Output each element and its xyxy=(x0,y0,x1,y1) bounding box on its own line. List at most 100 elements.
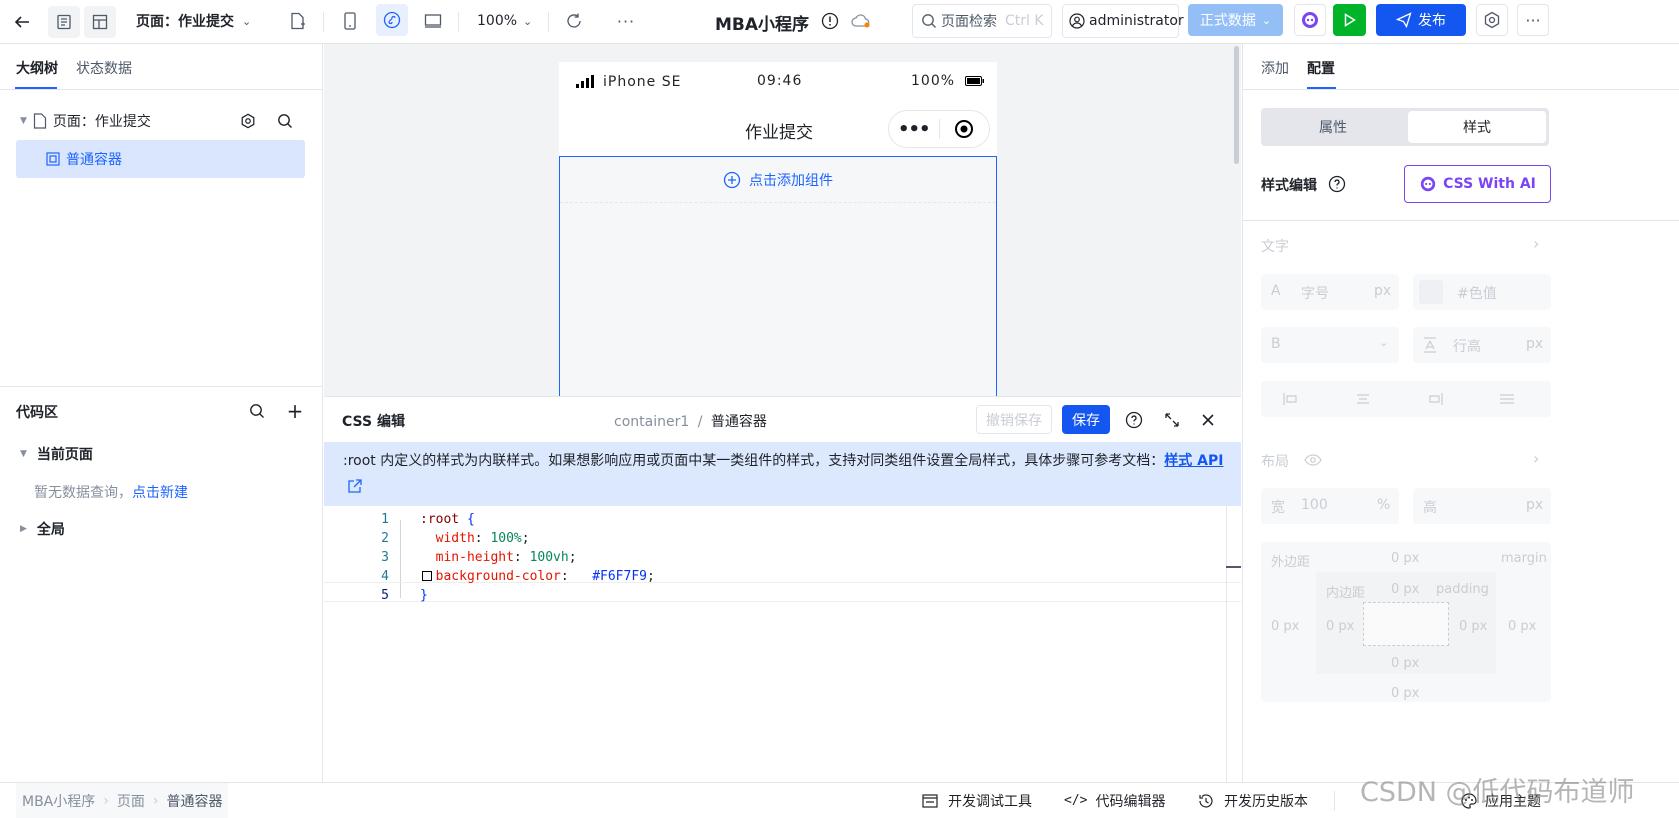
eye-icon[interactable] xyxy=(1303,450,1323,470)
tree-node-container[interactable]: 普通容器 xyxy=(16,140,305,178)
crumb-app[interactable]: MBA小程序 xyxy=(22,791,95,811)
more-icon[interactable]: ··· xyxy=(616,11,636,31)
align-center-icon[interactable] xyxy=(1355,393,1371,409)
align-left-icon[interactable] xyxy=(1283,393,1299,409)
selected-container[interactable]: 点击添加组件 xyxy=(559,156,997,396)
height-field[interactable]: 高 px xyxy=(1413,488,1551,524)
battery-percent: 100% xyxy=(911,73,956,89)
crumb-id: container1 xyxy=(614,414,690,430)
settings-icon[interactable] xyxy=(1476,4,1508,36)
editor-breadcrumb: container1 / 普通容器 xyxy=(614,411,767,431)
width-field[interactable]: 宽 100 % xyxy=(1261,488,1399,524)
padding-top-value[interactable]: 0 px xyxy=(1391,582,1419,597)
tab-outline-tree[interactable]: 大纲树 xyxy=(16,58,58,78)
zoom-select[interactable]: 100% ⌄ xyxy=(477,11,532,31)
style-help-icon[interactable] xyxy=(1327,174,1347,194)
notice-text: :root 内定义的样式为内联样式。如果想影响应用或页面中某一类组件的样式，支持… xyxy=(343,453,1165,469)
style-api-link[interactable]: 样式 API xyxy=(1164,453,1223,469)
add-page-icon[interactable] xyxy=(288,11,308,31)
code-line[interactable]: 4 background-color: #F6F7F9; xyxy=(324,567,1241,587)
add-component-button[interactable]: 点击添加组件 xyxy=(560,157,996,203)
undo-save-button[interactable]: 撤销保存 xyxy=(976,405,1052,434)
publish-button[interactable]: 发布 xyxy=(1376,4,1466,36)
save-button[interactable]: 保存 xyxy=(1062,405,1110,434)
align-right-icon[interactable] xyxy=(1427,393,1443,409)
page-search-box[interactable]: 页面检索 Ctrl K xyxy=(912,4,1052,38)
add-code-icon[interactable]: + xyxy=(285,399,305,423)
color-field[interactable]: #色值 xyxy=(1413,274,1551,310)
mobile-device-icon[interactable] xyxy=(340,11,360,31)
chevron-right-icon[interactable]: › xyxy=(1533,234,1539,253)
page-selector-label: 页面：作业提交 xyxy=(136,14,234,30)
back-arrow-icon[interactable] xyxy=(12,12,32,32)
code-line[interactable]: 5} xyxy=(324,586,1241,606)
text-section-title[interactable]: 文字 xyxy=(1261,236,1289,256)
code-line[interactable]: 1:root { xyxy=(324,510,1241,530)
segment-style[interactable]: 样式 xyxy=(1408,111,1546,143)
tab-add[interactable]: 添加 xyxy=(1261,58,1289,78)
align-justify-icon[interactable] xyxy=(1499,393,1515,409)
external-link-icon[interactable] xyxy=(346,477,364,495)
segment-attributes[interactable]: 属性 xyxy=(1264,111,1402,143)
page-selector[interactable]: 页面：作业提交 ⌄ xyxy=(136,11,251,31)
margin-left-value[interactable]: 0 px xyxy=(1271,619,1299,634)
layout-section-title[interactable]: 布局 xyxy=(1261,451,1289,471)
font-weight-select[interactable]: B ⌄ xyxy=(1261,327,1399,363)
expand-icon[interactable] xyxy=(1162,410,1182,430)
send-icon xyxy=(1396,12,1412,28)
code-line[interactable]: 2 width: 100%; xyxy=(324,529,1241,549)
tree-node-page[interactable]: ▼ 页面：作业提交 xyxy=(16,108,306,134)
help-icon[interactable] xyxy=(1124,410,1144,430)
code-search-icon[interactable] xyxy=(247,401,267,421)
code-editor[interactable]: 1:root {2 width: 100%; 3 min-height: 100v… xyxy=(324,506,1241,783)
color-swatch[interactable] xyxy=(422,571,432,581)
run-icon[interactable] xyxy=(1333,4,1366,36)
layout-view-icon[interactable] xyxy=(84,6,116,38)
info-icon[interactable] xyxy=(820,11,840,31)
more-menu-icon[interactable]: ··· xyxy=(1517,4,1549,36)
dev-tools-label: 开发调试工具 xyxy=(948,793,1032,810)
crumb-component[interactable]: 普通容器 xyxy=(166,791,222,811)
font-size-field[interactable]: A 字号 px xyxy=(1261,274,1399,310)
global-group[interactable]: ▶ 全局 xyxy=(20,519,65,539)
padding-right-value[interactable]: 0 px xyxy=(1459,619,1487,634)
env-select[interactable]: 正式数据 ⌄ xyxy=(1188,4,1283,36)
dev-tools-button[interactable]: 开发调试工具 xyxy=(922,783,1032,818)
tab-config[interactable]: 配置 xyxy=(1307,58,1335,78)
line-height-placeholder: 行高 xyxy=(1453,339,1481,355)
code-editor-button[interactable]: </> 代码编辑器 xyxy=(1064,783,1165,818)
bottom-status-bar: MBA小程序 › 页面 › 普通容器 开发调试工具 </> 代码编辑器 开发历史… xyxy=(0,782,1679,818)
margin-top-value[interactable]: 0 px xyxy=(1391,551,1419,566)
canvas-scrollbar[interactable] xyxy=(1234,46,1239,164)
margin-right-value[interactable]: 0 px xyxy=(1508,619,1536,634)
create-query-link[interactable]: 点击新建 xyxy=(132,485,188,501)
line-height-field[interactable]: 行高 px xyxy=(1413,327,1551,363)
page-settings-icon[interactable] xyxy=(238,111,258,131)
code-area-title: 代码区 xyxy=(16,405,58,421)
refresh-icon[interactable] xyxy=(564,11,584,31)
crumb-page[interactable]: 页面 xyxy=(117,791,145,811)
close-icon[interactable] xyxy=(1198,410,1218,430)
tab-state-data[interactable]: 状态数据 xyxy=(76,58,132,78)
app-theme-button[interactable]: 应用主题 xyxy=(1461,783,1541,818)
capsule-menu[interactable]: ••• xyxy=(888,110,990,148)
css-with-ai-button[interactable]: CSS With AI xyxy=(1404,165,1551,203)
height-unit: px xyxy=(1526,497,1544,513)
cloud-sync-icon[interactable] xyxy=(850,11,872,31)
miniprogram-device-icon[interactable] xyxy=(376,4,408,36)
ai-assistant-icon[interactable] xyxy=(1294,4,1326,36)
padding-bottom-value[interactable]: 0 px xyxy=(1391,656,1419,671)
current-page-group[interactable]: ▼ 当前页面 xyxy=(20,444,93,464)
code-line[interactable]: 3 min-height: 100vh; xyxy=(324,548,1241,568)
chevron-right-icon[interactable]: › xyxy=(1533,449,1539,468)
user-menu[interactable]: administrator xyxy=(1062,4,1184,38)
margin-bottom-value[interactable]: 0 px xyxy=(1391,686,1419,701)
more-dots-icon: ••• xyxy=(897,118,931,140)
tree-search-icon[interactable] xyxy=(275,111,295,131)
caret-down-icon: ▼ xyxy=(20,116,27,126)
outline-view-icon[interactable] xyxy=(48,6,80,38)
padding-left-value[interactable]: 0 px xyxy=(1326,619,1354,634)
desktop-device-icon[interactable] xyxy=(423,11,443,31)
history-button[interactable]: 开发历史版本 xyxy=(1198,783,1308,818)
style-edit-label: 样式编辑 xyxy=(1261,178,1317,194)
